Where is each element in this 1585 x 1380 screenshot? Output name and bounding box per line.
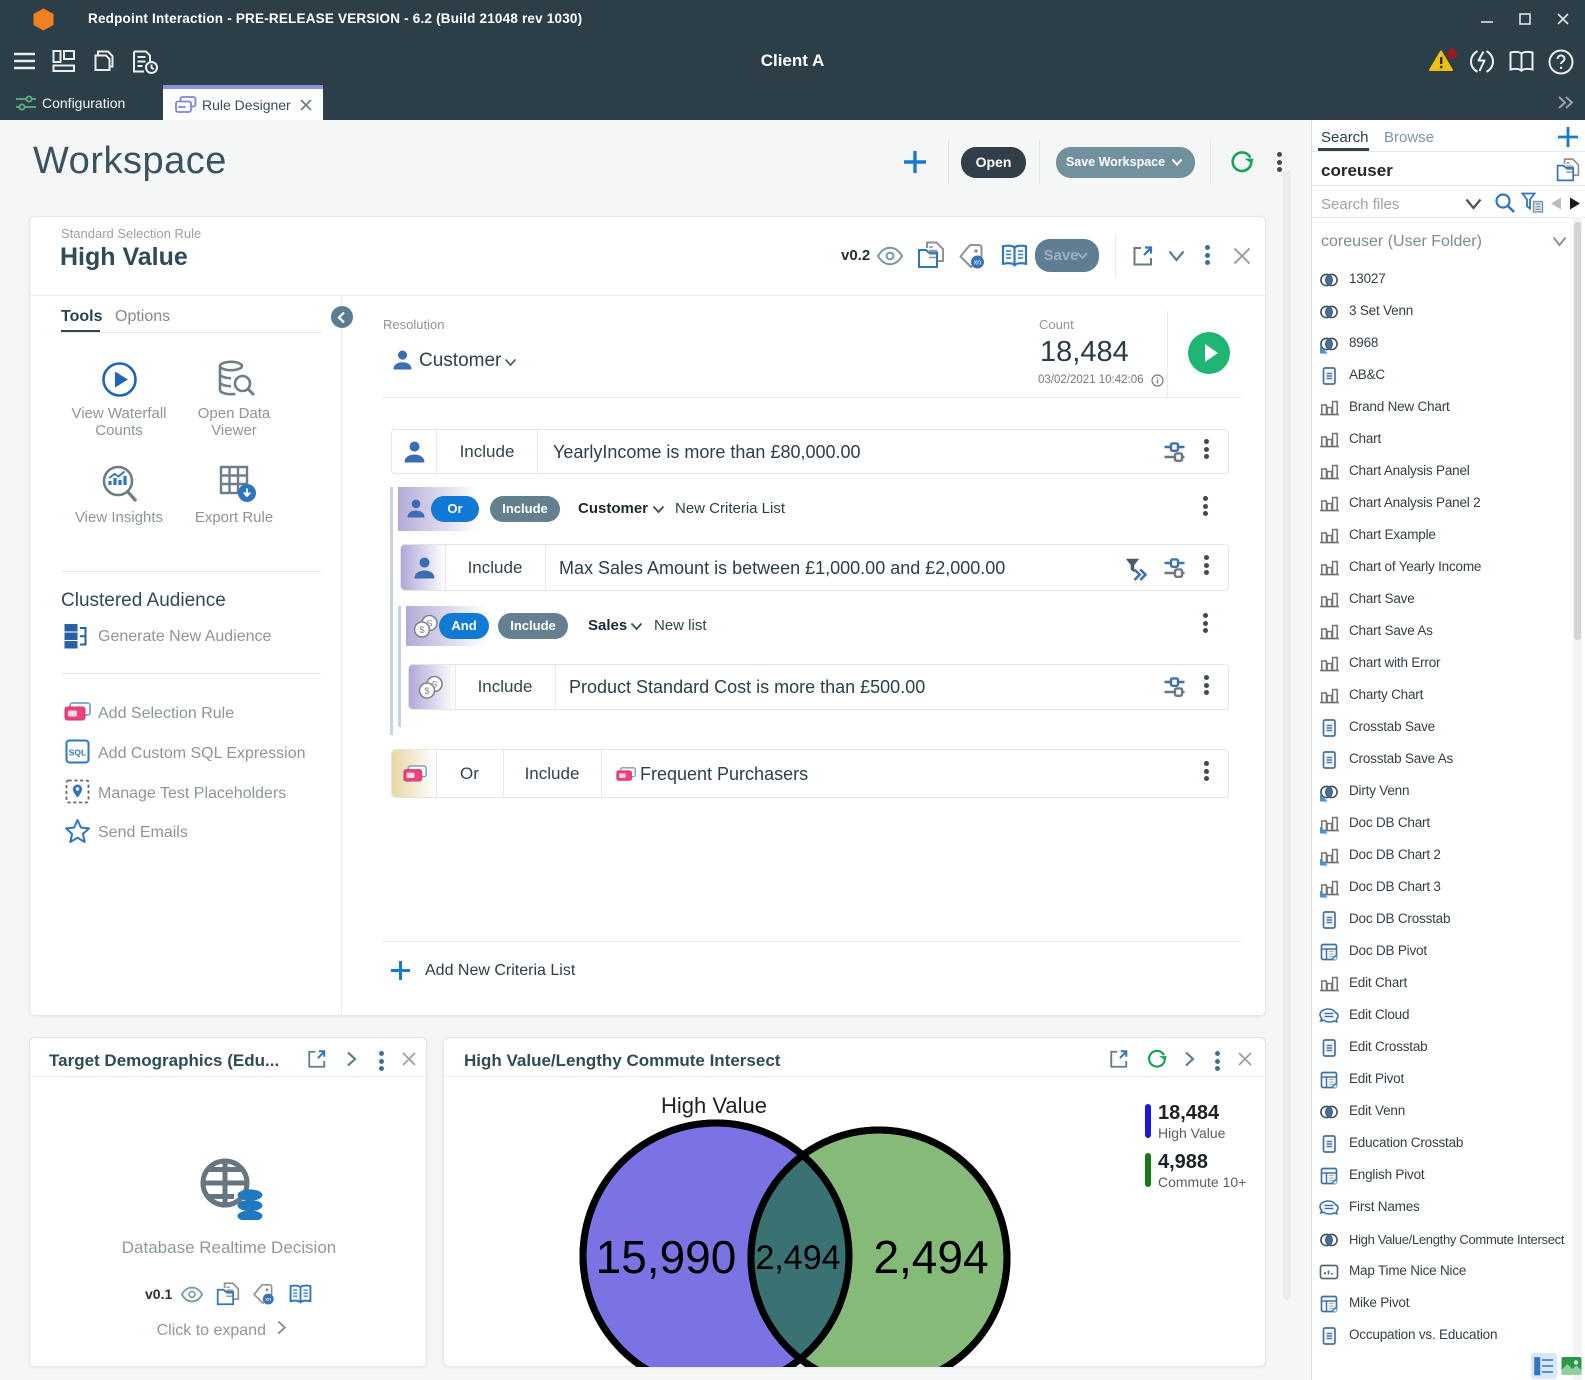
svg-text:2,494: 2,494 (873, 1231, 988, 1283)
svg-text:SQL: SQL (69, 748, 86, 758)
svg-text:15,990: 15,990 (596, 1231, 737, 1283)
svg-text:xn: xn (265, 1297, 271, 1303)
svg-text:2,494: 2,494 (755, 1239, 840, 1277)
svg-text:$: $ (419, 625, 424, 635)
svg-text:xn: xn (974, 260, 982, 267)
svg-text:$: $ (424, 686, 429, 696)
svg-text:High Value: High Value (661, 1093, 767, 1118)
